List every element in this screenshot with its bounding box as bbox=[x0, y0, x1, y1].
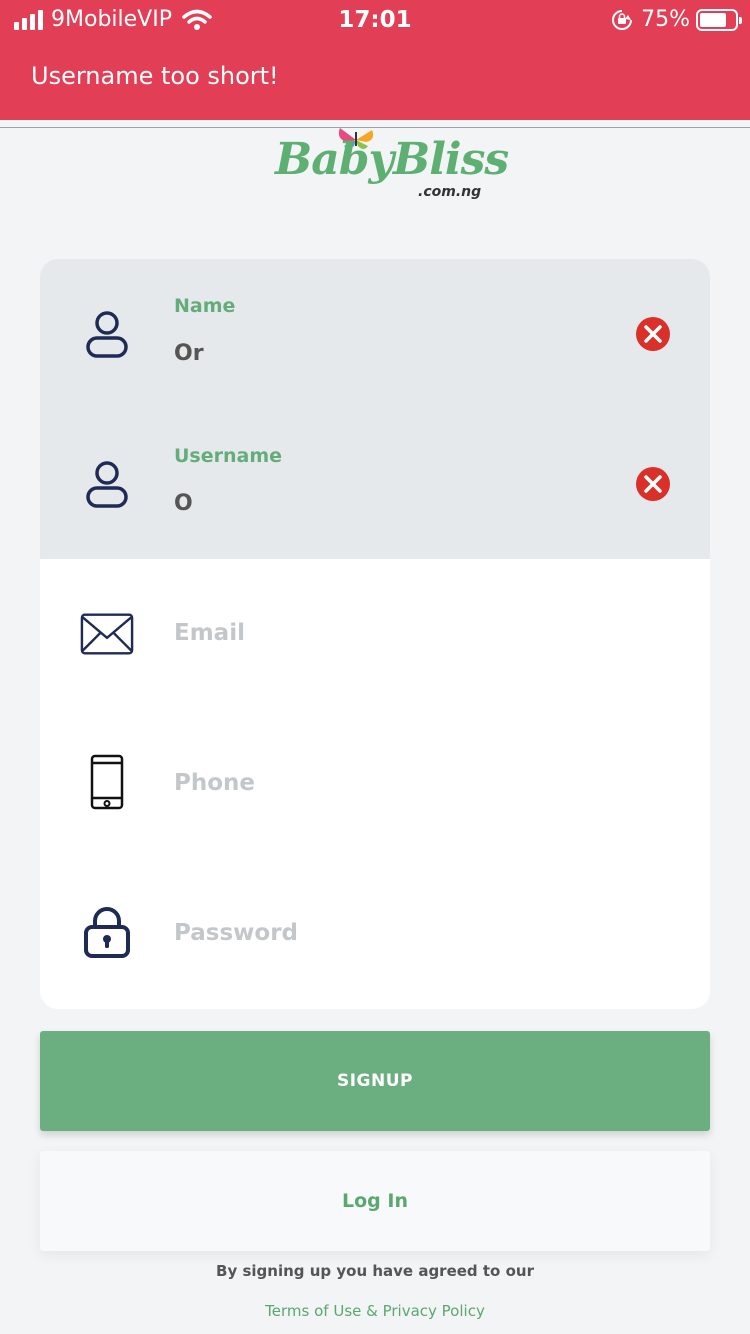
logo-text: BabyBliss bbox=[275, 134, 509, 185]
password-input[interactable] bbox=[174, 909, 654, 957]
lock-icon bbox=[80, 905, 134, 959]
user-icon bbox=[80, 457, 134, 511]
battery-percent: 75% bbox=[641, 7, 690, 32]
user-icon bbox=[80, 307, 134, 361]
email-input[interactable] bbox=[174, 609, 654, 657]
babybliss-logo: BabyBliss .com.ng bbox=[270, 126, 509, 210]
terms-privacy-link[interactable]: Terms of Use & Privacy Policy bbox=[0, 1302, 750, 1320]
username-label: Username bbox=[174, 445, 283, 467]
username-value[interactable]: O bbox=[174, 491, 193, 516]
envelope-icon bbox=[80, 607, 134, 661]
signup-button[interactable]: SIGNUP bbox=[40, 1031, 710, 1131]
smartphone-icon bbox=[80, 754, 134, 810]
logo-domain: .com.ng bbox=[418, 184, 482, 200]
name-label: Name bbox=[174, 295, 236, 317]
login-button[interactable]: Log In bbox=[40, 1151, 710, 1251]
rotation-lock-icon bbox=[612, 10, 633, 30]
error-banner: 9MobileVIP 17:01 75% Username too short! bbox=[0, 0, 750, 120]
battery-icon bbox=[696, 9, 742, 31]
signup-form: Name Or Username O bbox=[40, 259, 710, 1009]
name-value[interactable]: Or bbox=[174, 341, 204, 366]
name-field[interactable]: Name Or bbox=[40, 259, 710, 409]
status-bar: 9MobileVIP 17:01 75% bbox=[0, 0, 750, 40]
username-field[interactable]: Username O bbox=[40, 409, 710, 559]
password-field[interactable] bbox=[40, 859, 710, 1009]
error-message: Username too short! bbox=[31, 62, 279, 90]
agreement-text: By signing up you have agreed to our bbox=[216, 1262, 534, 1280]
phone-field[interactable] bbox=[40, 709, 710, 859]
phone-input[interactable] bbox=[174, 759, 654, 807]
error-clear-icon[interactable] bbox=[635, 316, 671, 352]
error-clear-icon[interactable] bbox=[635, 466, 671, 502]
email-field[interactable] bbox=[40, 559, 710, 709]
